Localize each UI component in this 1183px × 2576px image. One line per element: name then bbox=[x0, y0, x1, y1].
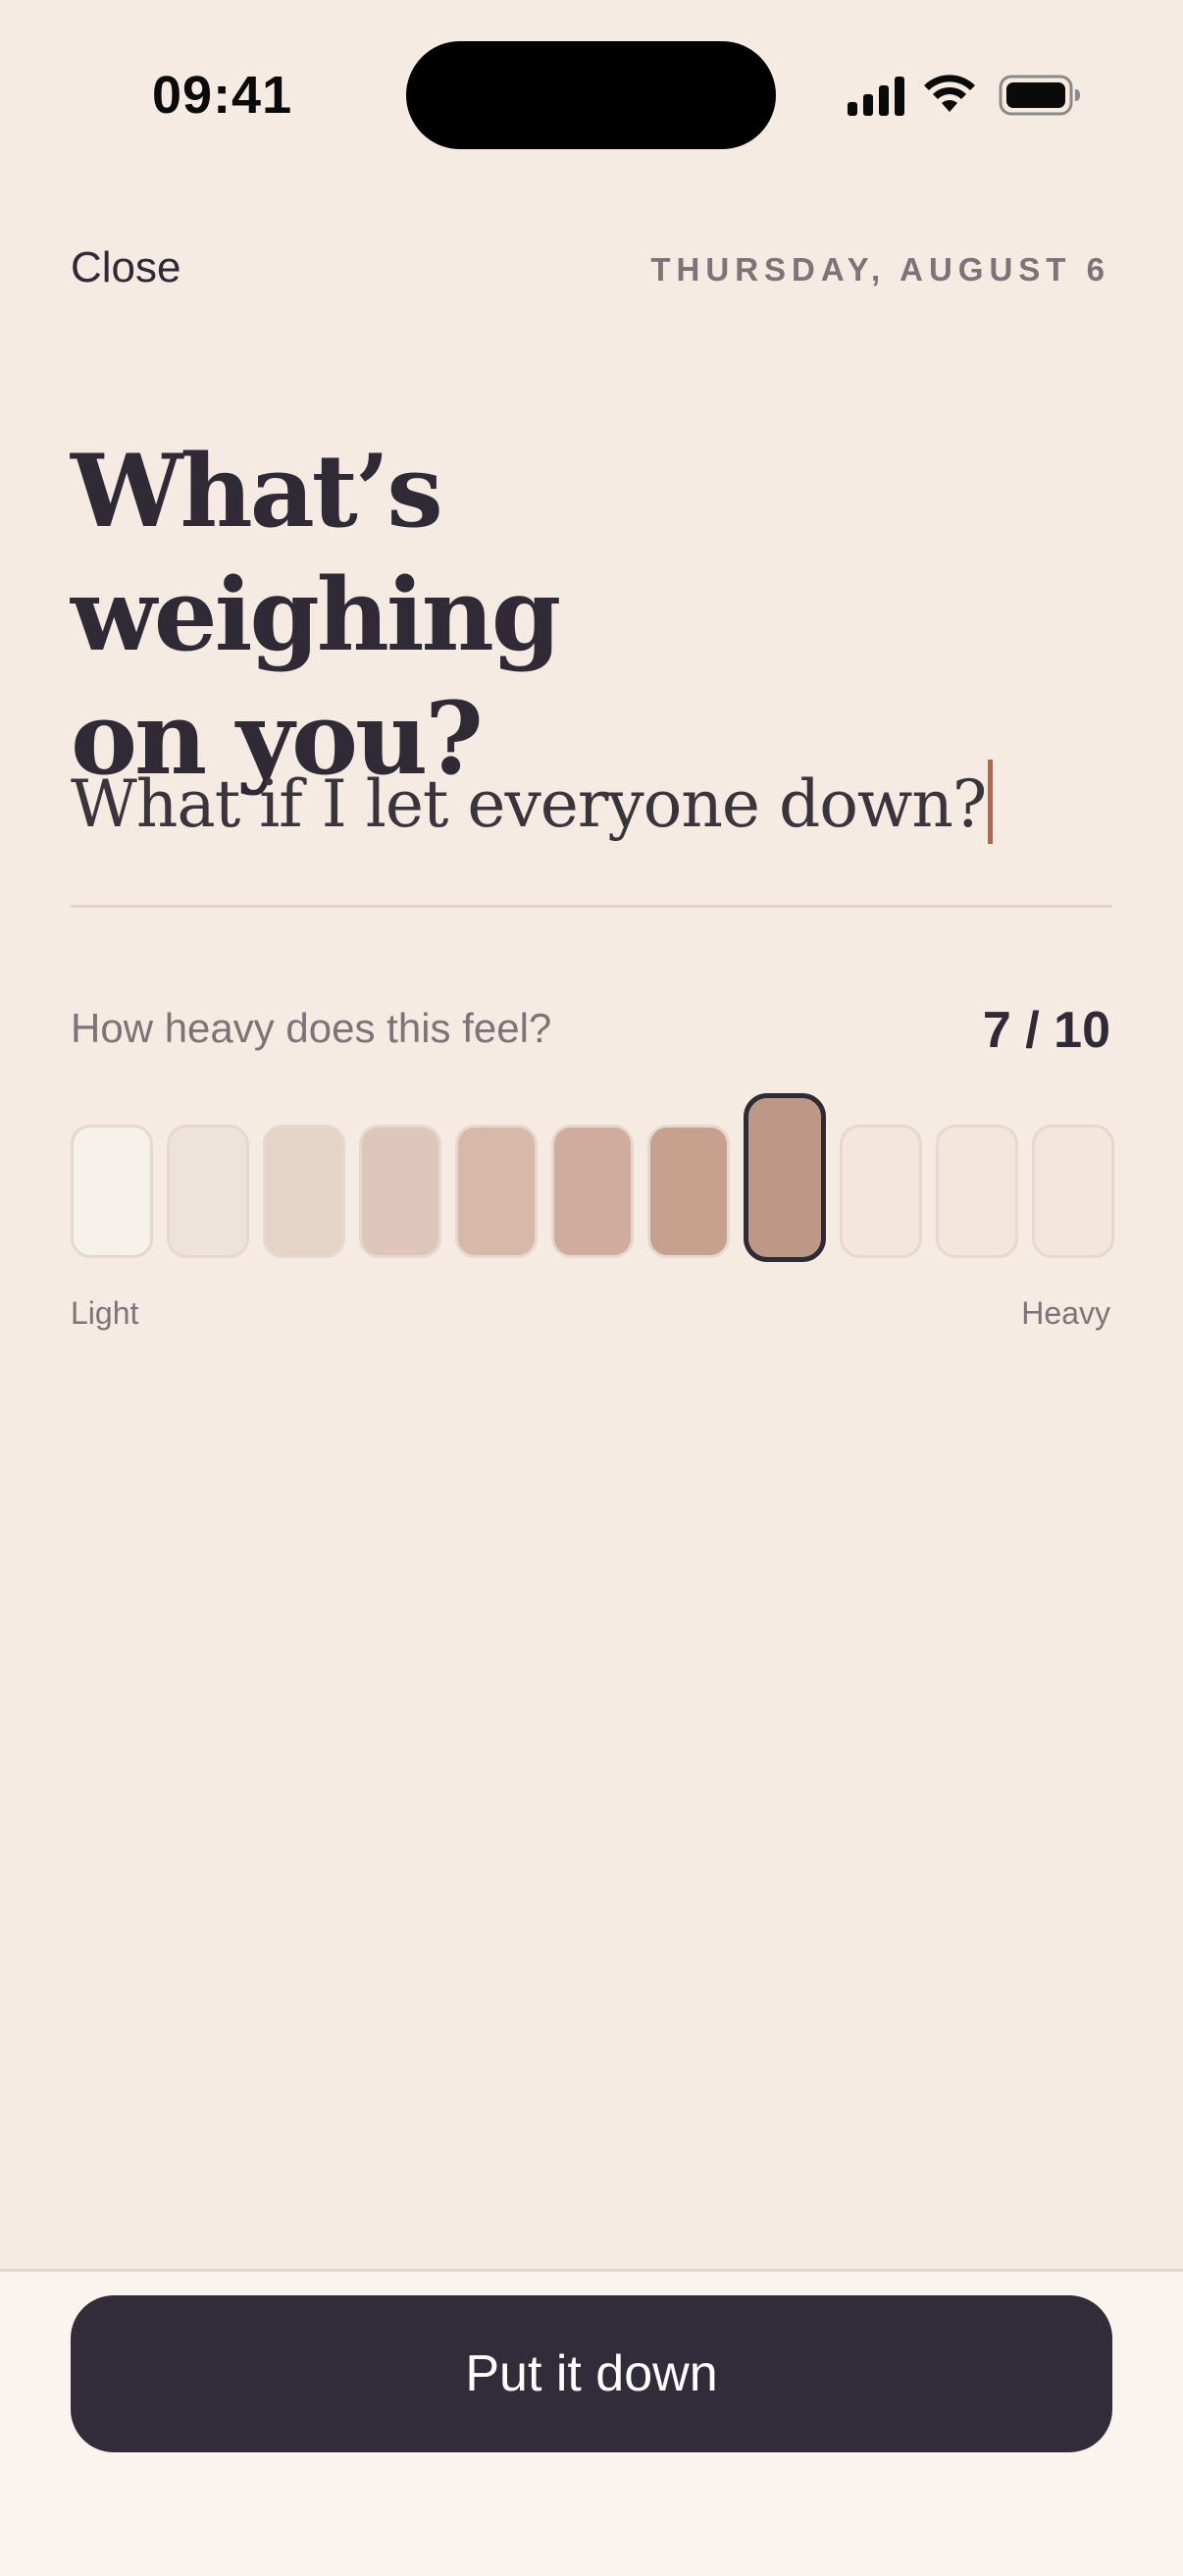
scale-min-label: Light bbox=[71, 1295, 139, 1331]
bottom-action-bar: Put it down bbox=[0, 2269, 1183, 2576]
date-label: THURSDAY, AUGUST 6 bbox=[650, 251, 1110, 288]
dynamic-island bbox=[406, 41, 776, 149]
scale-cell-10[interactable] bbox=[936, 1125, 1018, 1258]
worry-input-text[interactable]: What if I let everyone down? bbox=[71, 756, 994, 854]
scale-cell-1[interactable] bbox=[71, 1125, 153, 1258]
heaviness-scale bbox=[71, 1093, 1114, 1262]
text-cursor bbox=[988, 760, 994, 844]
close-button[interactable]: Close bbox=[71, 243, 181, 292]
worry-input[interactable]: What if I let everyone down? bbox=[71, 756, 1112, 908]
scale-cell-8[interactable] bbox=[744, 1093, 826, 1262]
status-bar: 09:41 bbox=[0, 0, 1183, 186]
status-time: 09:41 bbox=[152, 66, 293, 125]
worry-input-value: What if I let everyone down? bbox=[71, 766, 987, 842]
scale-cell-4[interactable] bbox=[359, 1125, 441, 1258]
battery-icon bbox=[999, 75, 1080, 116]
page-title: What’s weighing on you? bbox=[71, 433, 561, 798]
scale-cell-11[interactable] bbox=[1032, 1125, 1114, 1258]
signal-icon bbox=[848, 77, 904, 116]
scale-max-label: Heavy bbox=[1021, 1295, 1110, 1331]
scale-cell-2[interactable] bbox=[167, 1125, 249, 1258]
scale-cell-7[interactable] bbox=[647, 1125, 730, 1258]
heaviness-question: How heavy does this feel? bbox=[71, 1005, 552, 1051]
wifi-icon bbox=[924, 75, 975, 112]
scale-cell-6[interactable] bbox=[551, 1125, 634, 1258]
scale-cell-9[interactable] bbox=[840, 1125, 922, 1258]
heaviness-score: 7 / 10 bbox=[982, 1002, 1110, 1059]
scale-cell-5[interactable] bbox=[455, 1125, 538, 1258]
put-it-down-button[interactable]: Put it down bbox=[71, 2295, 1112, 2452]
scale-cell-3[interactable] bbox=[263, 1125, 345, 1258]
